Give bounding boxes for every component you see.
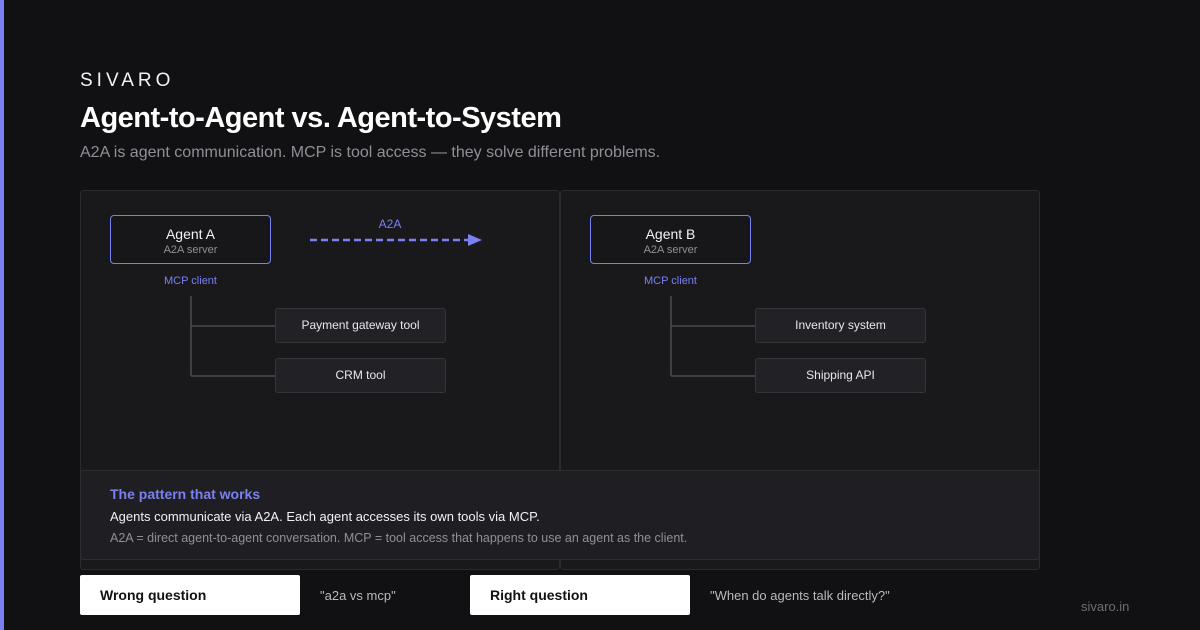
pattern-title: The pattern that works <box>110 486 261 502</box>
accent-bar <box>0 0 4 630</box>
agent-b-tool-1: Inventory system <box>755 308 926 343</box>
agent-a-tool-connectors <box>190 296 275 377</box>
agent-b-tool-connectors <box>670 296 755 377</box>
agent-a-tool-1: Payment gateway tool <box>275 308 446 343</box>
agent-b-mcp-client-label: MCP client <box>644 275 697 287</box>
page-title: Agent-to-Agent vs. Agent-to-System <box>80 102 562 134</box>
agent-a-mcp-client-label: MCP client <box>164 275 217 287</box>
wrong-question-text: "a2a vs mcp" <box>320 588 396 603</box>
pattern-note-text: A2A = direct agent-to-agent conversation… <box>110 531 688 545</box>
page-subtitle: A2A is agent communication. MCP is tool … <box>80 144 661 161</box>
wrong-question-label: Wrong question <box>80 575 300 615</box>
agent-b-role: A2A server <box>643 244 698 256</box>
right-question-label: Right question <box>470 575 690 615</box>
agent-a-role: A2A server <box>163 244 218 256</box>
a2a-arrow-icon <box>310 234 482 246</box>
pattern-main-text: Agents communicate via A2A. Each agent a… <box>110 509 540 524</box>
a2a-connection-label: A2A <box>378 217 402 231</box>
brand-logo: SIVARO <box>80 70 175 91</box>
footer-url: sivaro.in <box>1081 599 1130 614</box>
agent-b-name: Agent B <box>645 226 696 242</box>
a2a-arrowhead <box>468 234 482 246</box>
agent-b-tool-2: Shipping API <box>755 358 926 393</box>
agent-a-tool-2: CRM tool <box>275 358 446 393</box>
agent-a-name: Agent A <box>165 226 216 242</box>
agent-b-node: Agent B A2A server <box>590 215 751 264</box>
pattern-callout: The pattern that works Agents communicat… <box>80 470 1040 560</box>
right-question-text: "When do agents talk directly?" <box>710 588 890 603</box>
agent-a-node: Agent A A2A server <box>110 215 271 264</box>
